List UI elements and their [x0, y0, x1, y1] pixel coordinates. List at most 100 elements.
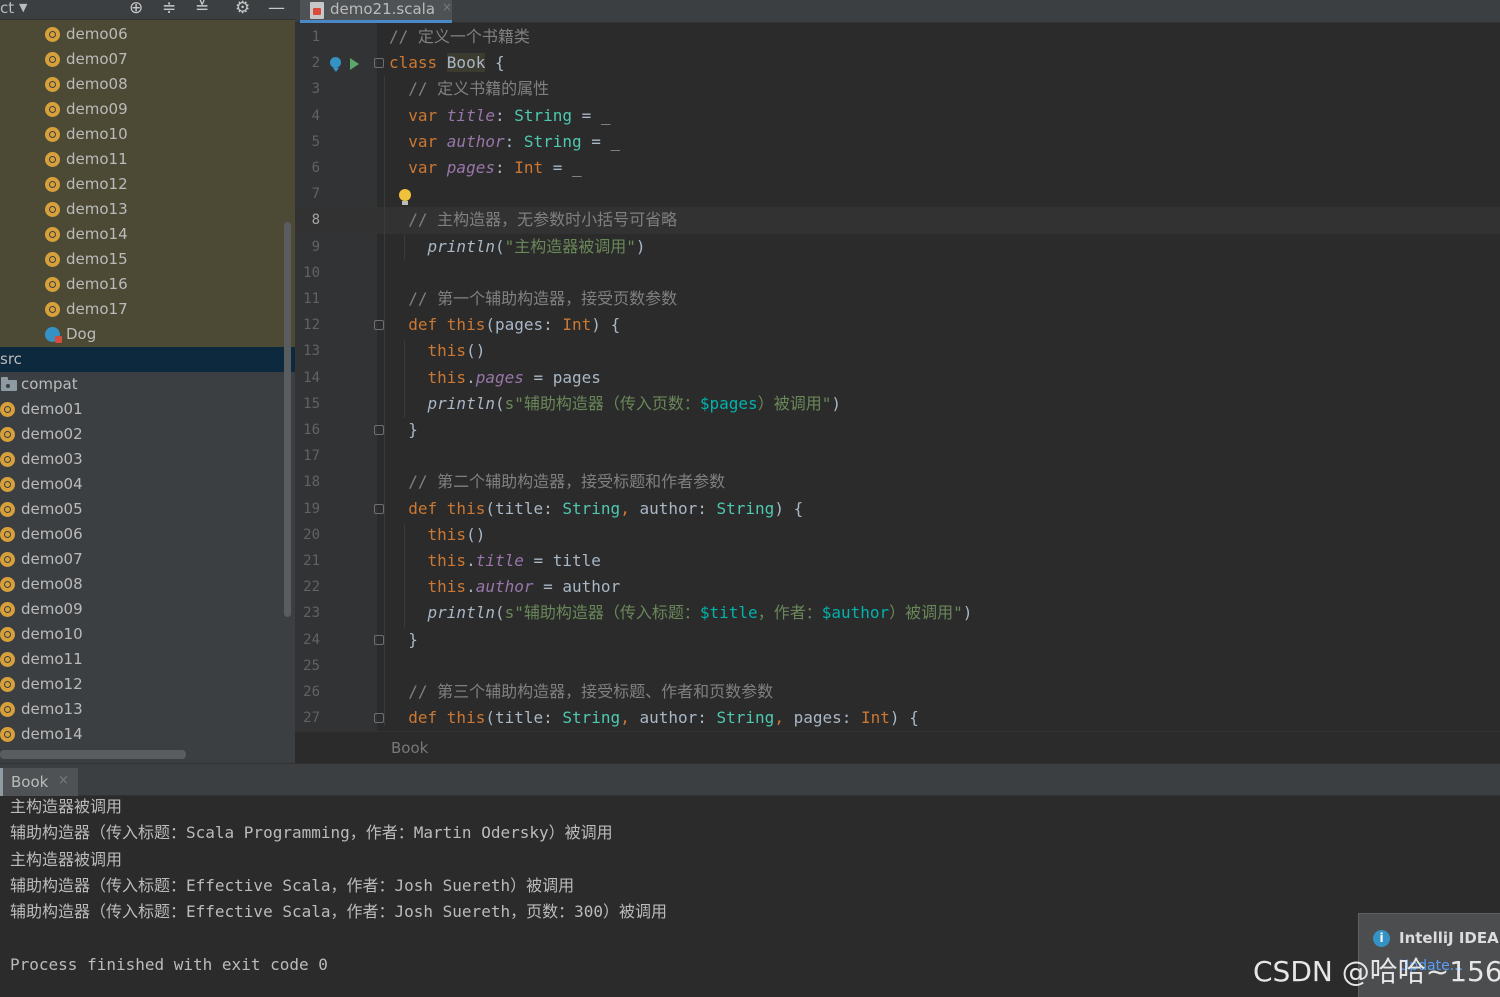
code-line[interactable]: def this(pages: Int) { — [389, 312, 620, 338]
code-line[interactable]: var title: String = _ — [389, 103, 610, 129]
line-number[interactable]: 7 — [295, 181, 320, 207]
code-line[interactable]: // 第一个辅助构造器，接受页数参数 — [389, 286, 677, 312]
tree-item[interactable]: demo06 — [0, 522, 295, 547]
tree-horizontal-scrollbar[interactable] — [0, 750, 186, 759]
tree-item[interactable]: demo04 — [0, 472, 295, 497]
tree-item[interactable]: demo17 — [0, 297, 295, 322]
code-line[interactable]: // 主构造器，无参数时小括号可省略 — [389, 207, 677, 233]
code-line[interactable]: this.author = author — [389, 574, 621, 600]
line-number[interactable]: 15 — [295, 391, 320, 417]
code-line[interactable]: // 第二个辅助构造器，接受标题和作者参数 — [389, 469, 725, 495]
line-number[interactable]: 18 — [295, 469, 320, 495]
tree-item[interactable]: demo01 — [0, 397, 295, 422]
tree-item[interactable]: demo13 — [0, 197, 295, 222]
close-icon[interactable]: × — [442, 0, 452, 14]
code-line[interactable]: var author: String = _ — [389, 129, 620, 155]
tree-item[interactable]: demo02 — [0, 422, 295, 447]
collapse-all-icon[interactable]: ≚ — [195, 0, 209, 18]
line-number[interactable]: 3 — [295, 76, 320, 102]
line-number[interactable]: 12 — [295, 312, 320, 338]
minimize-icon[interactable]: — — [268, 0, 285, 18]
code-line[interactable]: println("主构造器被调用") — [389, 234, 646, 260]
lightbulb-icon[interactable] — [399, 189, 411, 205]
code-line[interactable]: // 定义书籍的属性 — [389, 76, 549, 102]
tree-item-src[interactable]: src — [0, 347, 295, 372]
tree-item[interactable]: demo14 — [0, 222, 295, 247]
line-number[interactable]: 26 — [295, 679, 320, 705]
tree-item[interactable]: demo07 — [0, 47, 295, 72]
tree-item[interactable]: demo06 — [0, 22, 295, 47]
tree-item[interactable]: demo10 — [0, 622, 295, 647]
run-icon[interactable] — [350, 58, 359, 70]
line-number[interactable]: 27 — [295, 705, 320, 731]
line-number[interactable]: 13 — [295, 338, 320, 364]
tree-item[interactable]: demo03 — [0, 447, 295, 472]
code-line[interactable]: } — [389, 627, 418, 653]
tree-item[interactable]: demo08 — [0, 572, 295, 597]
code-line[interactable]: this.pages = pages — [389, 365, 601, 391]
tree-item[interactable]: demo13 — [0, 697, 295, 722]
tree-item[interactable]: demo05 — [0, 497, 295, 522]
crosshair-icon[interactable]: ⊕ — [129, 0, 143, 18]
fold-marker-icon[interactable] — [374, 58, 384, 69]
expand-all-icon[interactable]: ≑ — [162, 0, 176, 18]
line-number[interactable]: 8 — [295, 207, 320, 233]
tree-item[interactable]: demo11 — [0, 147, 295, 172]
code-line[interactable]: def this(title: String, author: String, … — [389, 705, 919, 731]
line-number[interactable]: 5 — [295, 129, 320, 155]
fold-marker-icon[interactable] — [374, 320, 384, 331]
fold-marker-icon[interactable] — [374, 503, 384, 514]
code-line[interactable]: this.title = title — [389, 548, 601, 574]
line-number[interactable]: 9 — [295, 234, 320, 260]
line-number[interactable]: 22 — [295, 574, 320, 600]
tree-item[interactable]: demo12 — [0, 172, 295, 197]
line-number[interactable]: 6 — [295, 155, 320, 181]
tree-item[interactable]: demo10 — [0, 122, 295, 147]
tree-item[interactable]: Dog — [0, 322, 295, 347]
fold-marker-icon[interactable] — [374, 634, 384, 645]
line-number[interactable]: 19 — [295, 496, 320, 522]
code-line[interactable]: // 第三个辅助构造器，接受标题、作者和页数参数 — [389, 679, 773, 705]
code-line[interactable]: println(s"辅助构造器（传入标题：$title，作者：$author）被… — [389, 600, 973, 626]
tree-item[interactable]: compat — [0, 372, 295, 397]
tree-vertical-scrollbar[interactable] — [284, 222, 291, 617]
tree-item[interactable]: demo12 — [0, 672, 295, 697]
tree-item[interactable]: demo09 — [0, 97, 295, 122]
line-number[interactable]: 17 — [295, 443, 320, 469]
tree-item[interactable]: demo15 — [0, 247, 295, 272]
code-line[interactable]: def this(title: String, author: String) … — [389, 496, 803, 522]
code-line[interactable]: } — [389, 417, 418, 443]
close-icon[interactable]: × — [58, 773, 69, 788]
fold-marker-icon[interactable] — [374, 713, 384, 724]
line-number[interactable]: 1 — [295, 24, 320, 50]
project-title[interactable]: ct — [0, 0, 14, 17]
tab-run-book[interactable]: Book × — [0, 768, 78, 797]
view-dropdown-icon[interactable]: ▼ — [19, 1, 27, 14]
tree-item[interactable]: demo08 — [0, 72, 295, 97]
line-number[interactable]: 25 — [295, 653, 320, 679]
line-number[interactable]: 10 — [295, 260, 320, 286]
tab-demo21-scala[interactable]: demo21.scala × — [300, 0, 452, 23]
tree-item[interactable]: demo09 — [0, 597, 295, 622]
code-line[interactable]: // 定义一个书籍类 — [389, 24, 530, 50]
line-number[interactable]: 2 — [295, 50, 320, 76]
tree-item[interactable]: demo16 — [0, 272, 295, 297]
line-number[interactable]: 16 — [295, 417, 320, 443]
line-number[interactable]: 11 — [295, 286, 320, 312]
tree-item[interactable]: demo14 — [0, 722, 295, 747]
line-number[interactable]: 14 — [295, 365, 320, 391]
gear-icon[interactable]: ⚙ — [235, 0, 250, 18]
fold-marker-icon[interactable] — [374, 425, 384, 435]
breadcrumb-item[interactable]: Book — [391, 739, 428, 757]
implemented-icon[interactable] — [330, 57, 341, 72]
tree-item[interactable]: demo11 — [0, 647, 295, 672]
line-number[interactable]: 23 — [295, 600, 320, 626]
line-number[interactable]: 24 — [295, 627, 320, 653]
code-line[interactable]: println(s"辅助构造器（传入页数：$pages）被调用") — [389, 391, 841, 417]
code-line[interactable]: class Book { — [389, 50, 505, 76]
line-number[interactable]: 21 — [295, 548, 320, 574]
line-number[interactable]: 4 — [295, 103, 320, 129]
tree-item[interactable]: demo07 — [0, 547, 295, 572]
line-number[interactable]: 20 — [295, 522, 320, 548]
code-line[interactable]: var pages: Int = _ — [389, 155, 581, 181]
